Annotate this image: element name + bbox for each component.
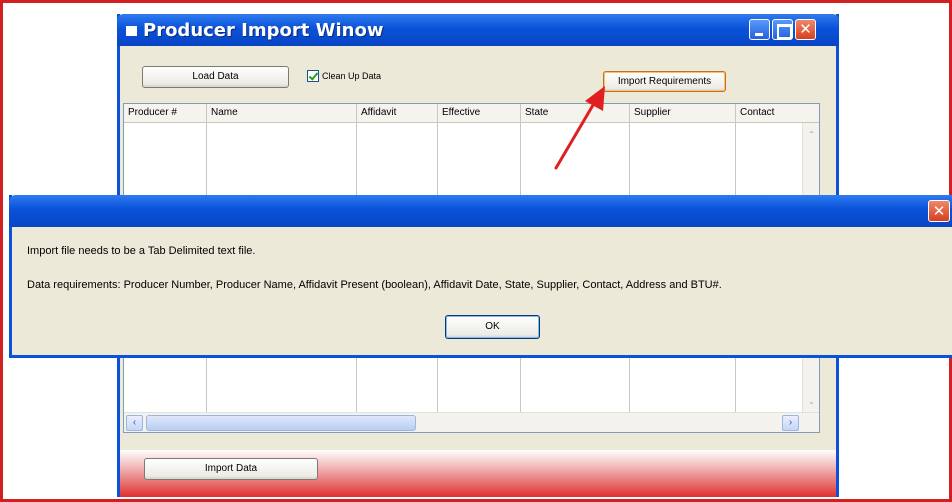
- column-header-name[interactable]: Name: [207, 104, 357, 123]
- window-app-icon: [126, 26, 137, 36]
- scroll-down-icon[interactable]: ⌄: [805, 394, 818, 409]
- close-icon[interactable]: ✕: [795, 19, 816, 40]
- column-header-affidavit[interactable]: Affidavit: [357, 104, 438, 123]
- minimize-icon[interactable]: [749, 19, 770, 40]
- scroll-left-icon[interactable]: ‹: [126, 415, 143, 431]
- column-header-effective[interactable]: Effective: [438, 104, 521, 123]
- column-header-producer-number[interactable]: Producer #: [124, 104, 207, 123]
- dialog-close-icon[interactable]: ✕: [928, 200, 950, 222]
- annotation-arrow-icon: [554, 86, 605, 170]
- dialog-message-requirements: Data requirements: Producer Number, Prod…: [27, 279, 722, 291]
- import-requirements-dialog: ✕ Import file needs to be a Tab Delimite…: [9, 195, 952, 358]
- ok-button[interactable]: OK: [445, 315, 540, 339]
- horizontal-scrollbar[interactable]: ‹ ›: [124, 412, 819, 432]
- load-data-button[interactable]: Load Data: [142, 66, 289, 88]
- column-header-contact[interactable]: Contact: [736, 104, 803, 123]
- clean-up-data-label: Clean Up Data: [322, 71, 382, 81]
- clean-up-data-checkbox[interactable]: [307, 70, 319, 82]
- scroll-up-icon[interactable]: ⌃: [805, 127, 818, 142]
- import-requirements-button[interactable]: Import Requirements: [603, 71, 726, 92]
- scroll-right-icon[interactable]: ›: [782, 415, 799, 431]
- horizontal-scroll-thumb[interactable]: [146, 415, 416, 431]
- dialog-message-format: Import file needs to be a Tab Delimited …: [27, 245, 256, 257]
- dialog-titlebar[interactable]: ✕: [9, 195, 952, 227]
- maximize-icon[interactable]: [772, 19, 793, 40]
- grid-header: Producer # Name Affidavit Effective Stat…: [124, 104, 819, 123]
- import-data-button[interactable]: Import Data: [144, 458, 318, 480]
- column-header-supplier[interactable]: Supplier: [630, 104, 736, 123]
- window-titlebar[interactable]: Producer Import Winow ✕: [117, 14, 839, 46]
- window-title: Producer Import Winow: [143, 20, 384, 41]
